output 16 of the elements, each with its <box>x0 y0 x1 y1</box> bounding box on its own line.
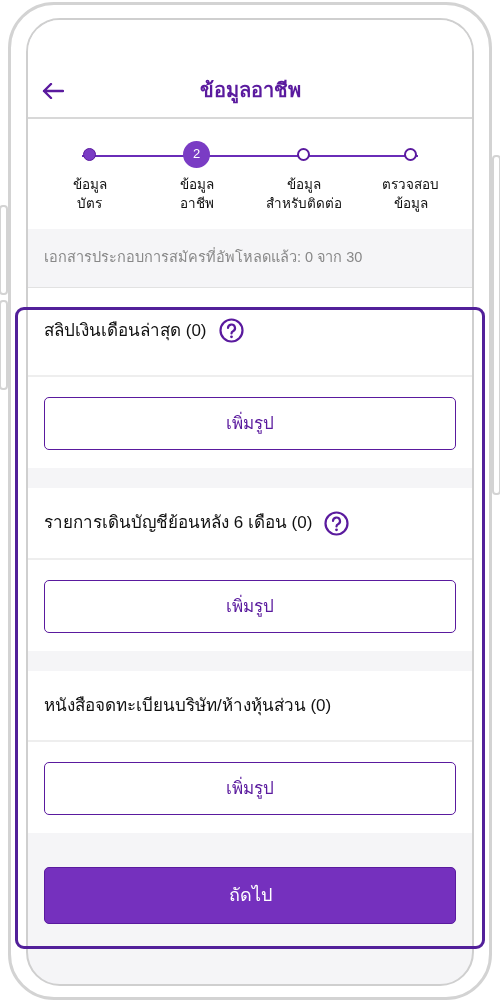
step-label: ข้อมูล อาชีพ <box>179 176 214 213</box>
step-marker: 2 <box>183 140 210 168</box>
step-label: ข้อมูล บัตร <box>72 176 107 213</box>
document-title: หนังสือจดทะเบียนบริษัท/ห้างหุ้นส่วน (0) <box>44 694 332 718</box>
step-label: ตรวจสอบ ข้อมูล <box>382 176 439 213</box>
help-icon[interactable] <box>218 318 244 343</box>
next-button[interactable]: ถัดไป <box>44 867 456 925</box>
add-photo-button[interactable]: เพิ่มรูป <box>44 762 456 816</box>
upload-status: เอกสารประกอบการสมัครที่อัพโหลดแล้ว: 0 จาก 30 <box>28 229 472 288</box>
step-label: ข้อมูล สำหรับติดต่อ <box>265 176 342 213</box>
back-arrow-icon[interactable] <box>42 83 64 99</box>
document-title: รายการเดินบัญชีย้อนหลัง 6 เดือน (0) <box>44 512 313 535</box>
add-photo-button[interactable]: เพิ่มรูป <box>44 397 456 451</box>
add-photo-button[interactable]: เพิ่มรูป <box>44 579 456 633</box>
help-icon[interactable] <box>324 510 350 536</box>
document-title: สลิปเงินเดือนล่าสุด (0) <box>44 319 207 343</box>
